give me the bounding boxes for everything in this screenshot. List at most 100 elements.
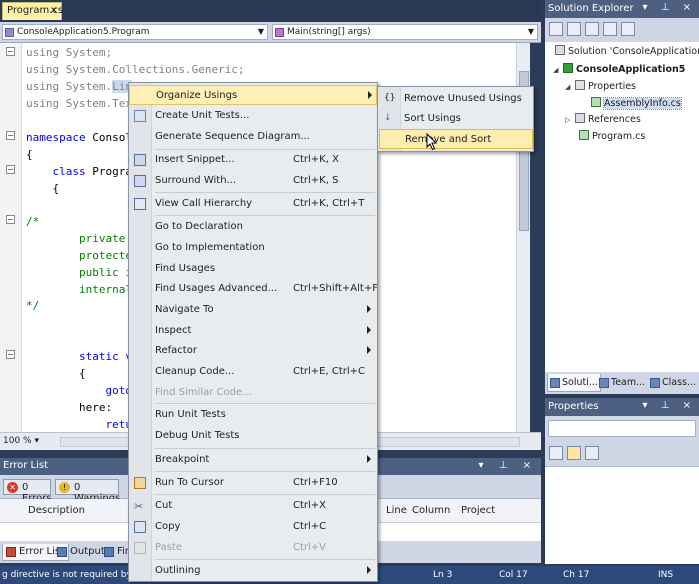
tree-node-program[interactable]: Program.cs [579, 130, 645, 142]
sort-icon: ↓ [384, 113, 392, 123]
code-line: using System; [26, 46, 113, 59]
context-menu: Organize Usings Create Unit Tests... Gen… [128, 82, 378, 582]
properties-icon[interactable] [549, 22, 563, 36]
code-line: { [26, 367, 86, 380]
collapse-arrow-icon[interactable]: ▷ [565, 116, 573, 124]
code-line: using System.Collections.Generic; [26, 63, 245, 76]
menu-item-go-to-declaration[interactable]: Go to Declaration [129, 217, 377, 237]
code-line: { [26, 182, 60, 195]
menu-item-copy[interactable]: Copy Ctrl+C [129, 517, 377, 537]
tab-solution-explorer[interactable]: Soluti... [547, 374, 601, 392]
menu-item-remove-and-sort[interactable]: Remove and Sort [379, 129, 533, 149]
collapse-icon[interactable]: − [6, 131, 15, 140]
warnings-filter-button[interactable]: ! 0 Warnings [55, 479, 120, 504]
collapse-icon[interactable]: − [6, 47, 15, 56]
menu-item-view-call-hierarchy[interactable]: View Call Hierarchy Ctrl+K, Ctrl+T [129, 194, 377, 214]
properties-title: Properties [548, 401, 599, 412]
expand-icon[interactable]: ◢ [565, 83, 573, 91]
collapse-icon[interactable]: − [6, 165, 15, 174]
menu-item-sort-usings[interactable]: ↓ Sort Usings [379, 109, 533, 129]
submenu-arrow-icon [367, 305, 371, 313]
menu-item-run-unit-tests[interactable]: Run Unit Tests [129, 405, 377, 425]
close-icon[interactable]: × [50, 5, 58, 16]
submenu-arrow-icon [367, 346, 371, 354]
code-line: namespace Console [26, 131, 139, 144]
menu-item-inspect[interactable]: Inspect [129, 321, 377, 341]
collapse-icon[interactable]: − [6, 215, 15, 224]
code-line: goto [26, 384, 132, 397]
menu-item-generate-sequence-diagram[interactable]: Generate Sequence Diagram... [129, 127, 377, 147]
tab-team-explorer[interactable]: Team... [597, 374, 647, 392]
tree-node-assemblyinfo[interactable]: AssemblyInfo.cs [591, 97, 682, 110]
code-line: { [26, 148, 33, 161]
properties-folder-icon [575, 80, 585, 90]
window-controls[interactable]: ▾ ⊥ × [479, 460, 537, 471]
tree-node-references[interactable]: ▷ References [565, 113, 641, 125]
window-controls[interactable]: ▾ ⊥ × [643, 400, 696, 411]
tree-node-properties[interactable]: ◢ Properties [565, 80, 636, 92]
chevron-down-icon: ▼ [257, 27, 264, 36]
menu-item-insert-snippet[interactable]: Insert Snippet... Ctrl+K, X [129, 150, 377, 170]
expand-icon[interactable]: ◢ [553, 66, 561, 74]
chevron-down-icon: ▼ [527, 27, 534, 36]
class-combo[interactable]: ConsoleApplication5.Program ▼ [2, 24, 268, 40]
menu-separator [155, 403, 375, 404]
property-pages-icon[interactable] [585, 446, 599, 460]
errors-filter-button[interactable]: ✕ 0 Errors [3, 479, 52, 504]
menu-item-surround-with[interactable]: Surround With... Ctrl+K, S [129, 171, 377, 191]
properties-toolbar [545, 442, 699, 466]
menu-item-navigate-to[interactable]: Navigate To [129, 300, 377, 320]
code-line: using System.Tex [26, 97, 132, 110]
menu-separator [155, 494, 375, 495]
tree-node-solution[interactable]: Solution 'ConsoleApplication5' (1 [555, 45, 699, 57]
tab-class-view[interactable]: Class... [648, 374, 698, 392]
properties-object-combo[interactable] [548, 420, 696, 437]
tab-program-cs[interactable]: Program.cs × [2, 2, 63, 20]
collapse-icon[interactable]: − [6, 350, 15, 359]
menu-item-breakpoint[interactable]: Breakpoint [129, 450, 377, 470]
tree-node-project[interactable]: ◢ ConsoleApplication5 [553, 63, 685, 75]
menu-item-remove-unused-usings[interactable]: {} Remove Unused Usings [379, 89, 533, 109]
team-explorer-icon [599, 378, 609, 388]
menu-item-cut[interactable]: ✂ Cut Ctrl+X [129, 496, 377, 516]
properties-grid [545, 466, 699, 564]
menu-item-debug-unit-tests[interactable]: Debug Unit Tests [129, 426, 377, 446]
column-column[interactable]: Column [412, 505, 450, 516]
menu-item-create-unit-tests[interactable]: Create Unit Tests... [129, 106, 377, 126]
menu-item-go-to-implementation[interactable]: Go to Implementation [129, 238, 377, 258]
menu-item-run-to-cursor[interactable]: Run To Cursor Ctrl+F10 [129, 473, 377, 493]
menu-separator [155, 448, 375, 449]
call-hierarchy-icon [134, 198, 146, 210]
error-icon: ✕ [7, 482, 18, 493]
window-controls[interactable]: ▾ ⊥ × [643, 2, 696, 13]
alphabetical-icon[interactable] [567, 446, 581, 460]
code-line: public i [26, 266, 132, 279]
show-all-files-icon[interactable] [567, 22, 581, 36]
menu-item-outlining[interactable]: Outlining [129, 561, 377, 581]
menu-item-paste: Paste Ctrl+V [129, 538, 377, 558]
status-insert-mode: INS [658, 570, 674, 580]
snippet-icon [134, 154, 146, 166]
csharp-file-icon [579, 130, 589, 140]
surround-icon [134, 175, 146, 187]
column-description[interactable]: Description [28, 505, 85, 516]
member-combo-value: Main(string[] args) [287, 27, 371, 37]
view-class-diagram-icon[interactable] [621, 22, 635, 36]
menu-item-find-usages-advanced[interactable]: Find Usages Advanced...Ctrl+Shift+Alt+F1… [129, 279, 377, 299]
properties-object-combo-area [545, 416, 699, 442]
categorized-icon[interactable] [549, 446, 563, 460]
menu-item-organize-usings[interactable]: Organize Usings [129, 85, 377, 105]
menu-item-refactor[interactable]: Refactor [129, 341, 377, 361]
column-project[interactable]: Project [461, 505, 495, 516]
menu-item-find-usages[interactable]: Find Usages [129, 259, 377, 279]
menu-item-cleanup-code[interactable]: Cleanup Code... Ctrl+E, Ctrl+C [129, 362, 377, 382]
zoom-level[interactable]: 100 % ▾ [3, 436, 39, 446]
error-list-title: Error List [3, 460, 49, 471]
mouse-pointer-icon [426, 133, 438, 151]
member-combo[interactable]: Main(string[] args) ▼ [272, 24, 538, 40]
view-code-icon[interactable] [603, 22, 617, 36]
column-line[interactable]: Line [386, 505, 407, 516]
code-line: here: [26, 401, 113, 414]
refresh-icon[interactable] [585, 22, 599, 36]
submenu-arrow-icon [367, 326, 371, 334]
